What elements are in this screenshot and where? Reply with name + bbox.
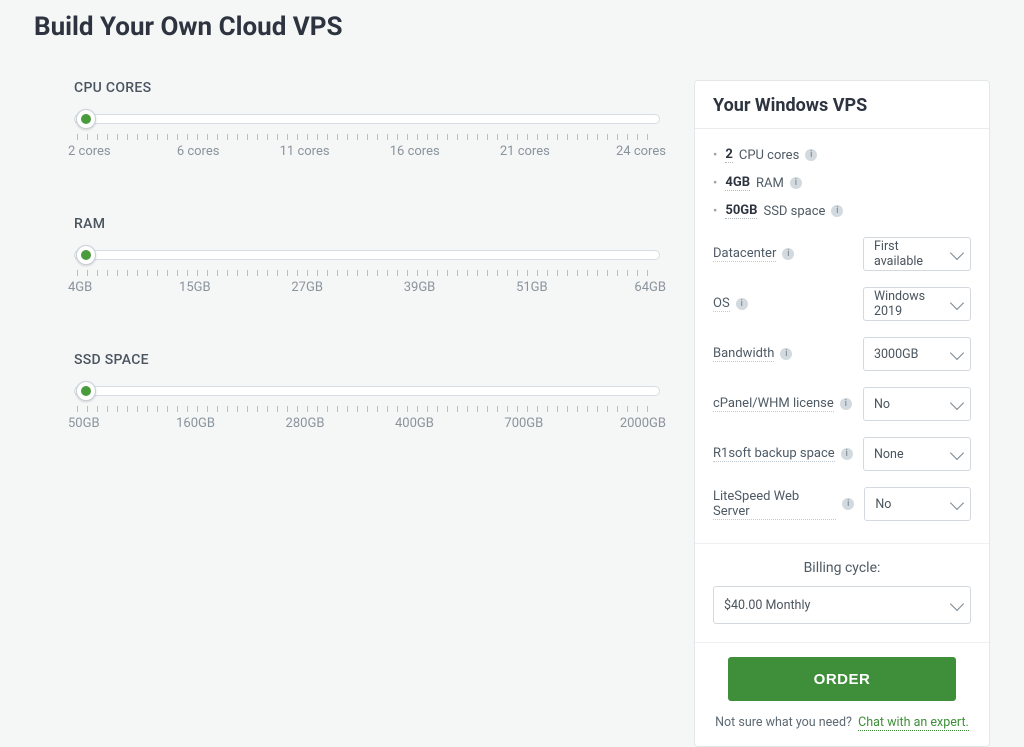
ssd-tick: 280GB [286, 416, 325, 431]
info-icon[interactable]: i [840, 398, 852, 410]
datacenter-select[interactable]: First available [863, 237, 971, 271]
ram-slider-ticks: 4GB 15GB 27GB 39GB 51GB 64GB [74, 270, 660, 300]
chat-expert-link[interactable]: Chat with an expert. [858, 715, 969, 731]
cpu-tick: 6 cores [177, 144, 220, 159]
datacenter-label: Datacenter [713, 246, 776, 262]
chevron-down-icon [950, 396, 964, 410]
chevron-down-icon [950, 597, 964, 611]
help-line: Not sure what you need? Chat with an exp… [713, 715, 971, 730]
billing-cycle-label: Billing cycle: [713, 560, 971, 576]
spec-list: 2 CPU cores i 4GB RAM i 50GB SSD space i [713, 141, 971, 225]
r1soft-select[interactable]: None [863, 437, 971, 471]
info-icon[interactable]: i [780, 348, 792, 360]
order-button[interactable]: ORDER [728, 657, 956, 701]
r1soft-label: R1soft backup space [713, 446, 835, 462]
cpu-slider-label: CPU CORES [74, 80, 660, 96]
chevron-down-icon [950, 446, 964, 460]
ssd-tick: 2000GB [620, 416, 666, 431]
cpu-slider-ticks: 2 cores 6 cores 11 cores 16 cores 21 cor… [74, 134, 660, 164]
cpu-slider-thumb[interactable] [76, 109, 96, 129]
cpu-tick: 2 cores [68, 144, 111, 159]
summary-panel: Your Windows VPS 2 CPU cores i 4GB RAM i [694, 80, 990, 747]
info-icon[interactable]: i [841, 448, 853, 460]
ssd-tick: 160GB [176, 416, 215, 431]
bandwidth-select[interactable]: 3000GB [863, 337, 971, 371]
ssd-tick: 50GB [68, 416, 100, 431]
litespeed-select[interactable]: No [864, 487, 971, 521]
spec-cpu: 2 CPU cores i [713, 141, 971, 169]
cpu-tick: 16 cores [390, 144, 440, 159]
option-bandwidth: Bandwidth i 3000GB [713, 337, 971, 371]
option-cpanel: cPanel/WHM license i No [713, 387, 971, 421]
ssd-slider-block: SSD SPACE 50GB 160GB 280GB 400GB 700GB 2… [74, 352, 660, 436]
info-icon[interactable]: i [831, 205, 843, 217]
cpu-slider-block: CPU CORES 2 cores 6 cores 11 cores 16 co… [74, 80, 660, 164]
info-icon[interactable]: i [842, 498, 854, 510]
ssd-slider-label: SSD SPACE [74, 352, 660, 368]
ram-slider-label: RAM [74, 216, 660, 232]
bandwidth-label: Bandwidth [713, 346, 774, 362]
ram-tick: 51GB [516, 280, 548, 295]
option-litespeed: LiteSpeed Web Server i No [713, 487, 971, 521]
sliders-column: CPU CORES 2 cores 6 cores 11 cores 16 co… [34, 80, 670, 488]
litespeed-label: LiteSpeed Web Server [713, 489, 836, 520]
os-label: OS [713, 296, 730, 312]
chevron-down-icon [950, 246, 964, 260]
ram-tick: 15GB [179, 280, 211, 295]
chevron-down-icon [950, 346, 964, 360]
ram-tick: 27GB [291, 280, 323, 295]
ram-tick: 39GB [404, 280, 436, 295]
info-icon[interactable]: i [782, 248, 794, 260]
ram-slider-block: RAM 4GB 15GB 27GB 39GB 51GB 64GB [74, 216, 660, 300]
cpu-tick: 24 cores [616, 144, 666, 159]
ram-tick: 4GB [68, 280, 92, 295]
ssd-tick: 400GB [395, 416, 434, 431]
billing-cycle-select[interactable]: $40.00 Monthly [713, 586, 971, 624]
cpu-tick: 21 cores [500, 144, 550, 159]
option-datacenter: Datacenter i First available [713, 237, 971, 271]
cpanel-label: cPanel/WHM license [713, 396, 834, 412]
chevron-down-icon [950, 296, 964, 310]
panel-heading: Your Windows VPS [713, 95, 971, 116]
cpu-tick: 11 cores [280, 144, 330, 159]
ssd-slider[interactable] [74, 378, 660, 404]
cpu-slider[interactable] [74, 106, 660, 132]
info-icon[interactable]: i [736, 298, 748, 310]
os-select[interactable]: Windows 2019 [863, 287, 971, 321]
cpanel-select[interactable]: No [863, 387, 971, 421]
info-icon[interactable]: i [805, 149, 817, 161]
ssd-tick: 700GB [504, 416, 543, 431]
info-icon[interactable]: i [790, 177, 802, 189]
option-os: OS i Windows 2019 [713, 287, 971, 321]
ssd-slider-thumb[interactable] [76, 381, 96, 401]
ssd-slider-ticks: 50GB 160GB 280GB 400GB 700GB 2000GB [74, 406, 660, 436]
chevron-down-icon [950, 496, 964, 510]
page-title: Build Your Own Cloud VPS [34, 12, 990, 42]
ram-slider-thumb[interactable] [76, 245, 96, 265]
spec-ssd: 50GB SSD space i [713, 197, 971, 225]
option-r1soft: R1soft backup space i None [713, 437, 971, 471]
ram-slider[interactable] [74, 242, 660, 268]
spec-ram: 4GB RAM i [713, 169, 971, 197]
ram-tick: 64GB [634, 280, 666, 295]
